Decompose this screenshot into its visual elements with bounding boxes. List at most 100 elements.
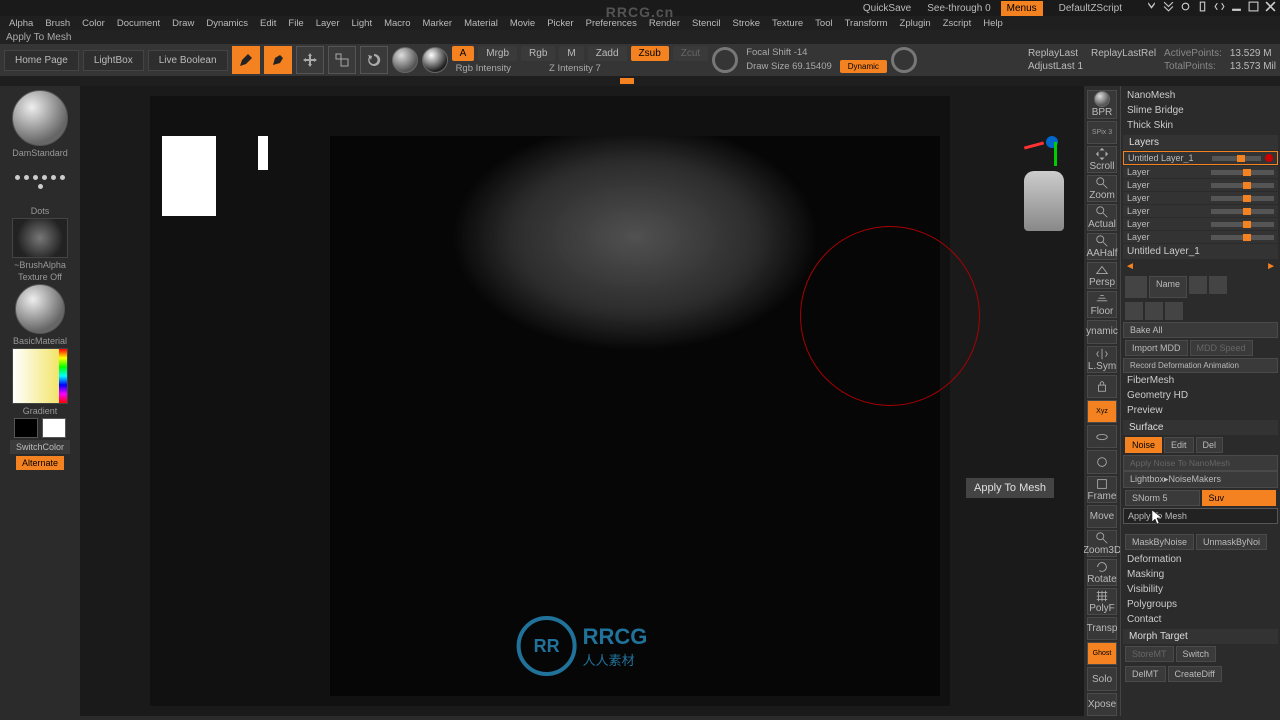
alternate-button[interactable]: Alternate — [16, 456, 64, 470]
move-button[interactable] — [296, 46, 324, 74]
menu-item-layer[interactable]: Layer — [311, 17, 345, 30]
m-toggle[interactable]: M — [559, 46, 583, 61]
slime-bridge-section[interactable]: Slime Bridge — [1123, 103, 1278, 118]
bpr-button[interactable]: BPR — [1087, 90, 1117, 119]
menu-item-tool[interactable]: Tool — [810, 17, 837, 30]
replay-last-rel-button[interactable]: ReplayLastRel — [1091, 48, 1156, 59]
menu-item-brush[interactable]: Brush — [40, 17, 75, 30]
surface-header[interactable]: Surface — [1123, 420, 1278, 435]
scroll-button[interactable]: Scroll — [1087, 146, 1117, 173]
floor-button[interactable]: Floor — [1087, 291, 1117, 318]
menu-item-picker[interactable]: Picker — [542, 17, 578, 30]
spix-button[interactable]: SPix 3 — [1087, 121, 1117, 144]
xyz-button[interactable]: Xyz — [1087, 400, 1117, 423]
menu-item-color[interactable]: Color — [77, 17, 110, 30]
axis-gizmo[interactable] — [1024, 126, 1064, 166]
transparency-button[interactable]: Transp — [1087, 617, 1117, 640]
mrgb-toggle[interactable]: Mrgb — [478, 46, 517, 61]
z-intensity-slider[interactable]: Z Intensity 7 — [545, 63, 605, 74]
minimize-icon[interactable] — [1231, 1, 1242, 15]
layer-row[interactable]: Untitled Layer_1 — [1123, 151, 1278, 165]
layer-c-icon[interactable] — [1165, 302, 1183, 320]
zcut-toggle[interactable]: Zcut — [673, 46, 708, 61]
menu-item-marker[interactable]: Marker — [418, 17, 458, 30]
brush-preview[interactable] — [12, 90, 68, 146]
creatediff-button[interactable]: CreateDiff — [1168, 666, 1222, 682]
ghost-button[interactable]: Ghost — [1087, 642, 1117, 665]
sculptris-icon[interactable] — [422, 47, 448, 73]
menu-item-transform[interactable]: Transform — [840, 17, 893, 30]
timeline-ruler[interactable] — [0, 76, 1280, 86]
switch-color-button[interactable]: SwitchColor — [10, 440, 70, 454]
menu-item-edit[interactable]: Edit — [255, 17, 281, 30]
layer-b-icon[interactable] — [1145, 302, 1163, 320]
layer-row[interactable]: Layer — [1123, 179, 1278, 191]
layer-dup-icon[interactable] — [1189, 276, 1207, 294]
switch-mt-button[interactable]: Switch — [1176, 646, 1217, 662]
edit-noise-button[interactable]: Edit — [1164, 437, 1194, 453]
suv-slider[interactable]: Suv — [1202, 490, 1277, 506]
fibermesh-section[interactable]: FiberMesh — [1123, 373, 1278, 388]
import-mdd-button[interactable]: Import MDD — [1125, 340, 1188, 356]
dynamic-button[interactable]: ynamic — [1087, 320, 1117, 343]
polygroups-section[interactable]: Polygroups — [1123, 597, 1278, 612]
viewport[interactable]: Apply To Mesh RR RRCG 人人素材 — [80, 86, 1084, 716]
zadd-toggle[interactable]: Zadd — [588, 46, 627, 61]
rot-y-button[interactable] — [1087, 425, 1117, 448]
history-ring-icon[interactable] — [891, 47, 917, 73]
nanomesh-section[interactable]: NanoMesh — [1123, 88, 1278, 103]
gizmo-sphere-icon[interactable] — [392, 47, 418, 73]
menu-item-draw[interactable]: Draw — [167, 17, 199, 30]
color-picker[interactable] — [12, 348, 68, 404]
live-boolean-button[interactable]: Live Boolean — [148, 50, 228, 71]
move-view-button[interactable]: Move — [1087, 505, 1117, 528]
edit-button[interactable] — [232, 46, 260, 74]
menu-item-file[interactable]: File — [283, 17, 308, 30]
arrows-icon[interactable] — [1214, 1, 1225, 15]
bake-all-button[interactable]: Bake All — [1123, 322, 1278, 338]
preview-section[interactable]: Preview — [1123, 403, 1278, 418]
default-zscript-button[interactable]: DefaultZScript — [1053, 1, 1128, 16]
snorm-slider[interactable]: SNorm 5 — [1125, 490, 1200, 506]
aahalf-button[interactable]: AAHalf — [1087, 233, 1117, 260]
layer-split-icon[interactable] — [1209, 276, 1227, 294]
stroke-preview[interactable] — [12, 160, 68, 204]
focal-shift-slider[interactable]: Focal Shift -14 — [742, 47, 887, 58]
menu-item-dynamics[interactable]: Dynamics — [201, 17, 253, 30]
layer-row[interactable]: Layer — [1123, 166, 1278, 178]
home-page-button[interactable]: Home Page — [4, 50, 79, 71]
masking-section[interactable]: Masking — [1123, 567, 1278, 582]
menu-item-stroke[interactable]: Stroke — [728, 17, 765, 30]
menus-button[interactable]: Menus — [1001, 1, 1043, 16]
draw-size-slider[interactable]: Draw Size 69.15409 — [742, 61, 836, 72]
layer-row[interactable]: Layer — [1123, 205, 1278, 217]
menu-item-zscript[interactable]: Zscript — [938, 17, 977, 30]
persp-button[interactable]: Persp — [1087, 262, 1117, 289]
rotate-button[interactable] — [360, 46, 388, 74]
menu-item-texture[interactable]: Texture — [767, 17, 808, 30]
record-deformation-button[interactable]: Record Deformation Animation — [1123, 358, 1278, 373]
menu-item-help[interactable]: Help — [978, 17, 1008, 30]
layer-row[interactable]: Layer — [1123, 231, 1278, 243]
layer-next-icon[interactable]: ► — [1266, 261, 1276, 272]
draw-button[interactable] — [264, 46, 292, 74]
alpha-preview[interactable] — [12, 218, 68, 258]
menu-item-movie[interactable]: Movie — [505, 17, 540, 30]
refresh-icon[interactable] — [1180, 1, 1191, 15]
color-swatches[interactable] — [14, 418, 66, 438]
layer-a-icon[interactable] — [1125, 302, 1143, 320]
scale-button[interactable] — [328, 46, 356, 74]
layer-row[interactable]: Layer — [1123, 218, 1278, 230]
xpose-button[interactable]: Xpose — [1087, 693, 1117, 716]
lightbox-noisemakers-button[interactable]: Lightbox▸NoiseMakers — [1123, 471, 1278, 488]
rgb-toggle[interactable]: Rgb — [521, 46, 555, 61]
maximize-icon[interactable] — [1248, 1, 1259, 15]
lock-button[interactable] — [1087, 375, 1117, 398]
actual-button[interactable]: Actual — [1087, 204, 1117, 231]
camera-head-icon[interactable] — [1024, 171, 1064, 231]
visibility-section[interactable]: Visibility — [1123, 582, 1278, 597]
noise-button[interactable]: Noise — [1125, 437, 1162, 453]
a-toggle[interactable]: A — [452, 46, 475, 61]
rgb-intensity-slider[interactable]: Rgb Intensity — [452, 63, 515, 74]
unmask-by-noise-button[interactable]: UnmaskByNoi — [1196, 534, 1267, 550]
